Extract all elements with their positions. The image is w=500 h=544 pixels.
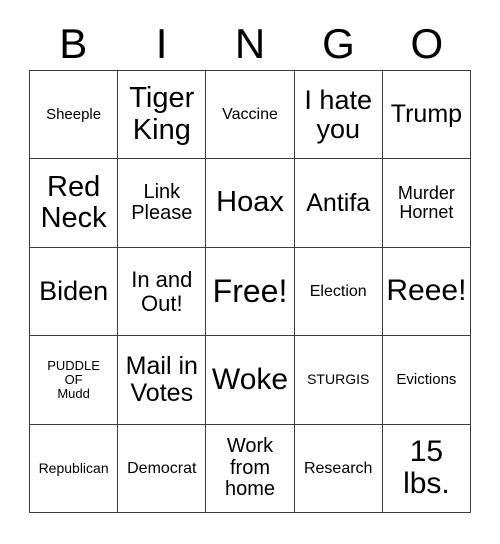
bingo-cell-label: Evictions (396, 370, 457, 388)
bingo-cell[interactable]: Democrat (118, 424, 207, 514)
bingo-cell[interactable]: Red Neck (30, 159, 119, 248)
bingo-cell[interactable]: Woke (206, 336, 295, 425)
bingo-cell-label: Republican (38, 459, 109, 476)
bingo-header-letter-n: N (234, 20, 266, 67)
bingo-cell-label: PUDDLE OF Mudd (47, 357, 100, 401)
bingo-header-letter-i: I (155, 20, 168, 67)
bingo-header-letter-b: B (59, 20, 88, 67)
bingo-cell[interactable]: STURGIS (294, 336, 383, 425)
bingo-cell-label: Biden (39, 275, 109, 306)
bingo-cell-label: Reee! (386, 274, 467, 308)
bingo-cell-label: Hoax (216, 186, 284, 219)
bingo-cell-label: Election (309, 282, 367, 300)
bingo-cell-label: Antifa (306, 188, 371, 217)
bingo-cell[interactable]: 15 lbs. (382, 424, 472, 514)
bingo-cell[interactable]: Election (294, 247, 383, 337)
bingo-cell-label: Tiger King (129, 82, 195, 146)
bingo-cell-label: Work from home (224, 434, 276, 501)
bingo-cell[interactable]: Tiger King (118, 71, 207, 160)
bingo-cell[interactable]: Research (294, 424, 383, 514)
bingo-cell-label: Woke (211, 362, 289, 396)
bingo-cell[interactable]: Trump (382, 71, 472, 160)
bingo-cell-label: Democrat (127, 459, 197, 477)
bingo-row: Biden In and Out! Free! Election Reee! (30, 247, 472, 337)
bingo-row: Red Neck Link Please Hoax Antifa Murder … (30, 159, 472, 248)
bingo-cell-label: Trump (390, 100, 463, 129)
bingo-cell-label: I hate you (304, 84, 372, 144)
bingo-cell[interactable]: Sheeple (30, 71, 119, 160)
bingo-grid: Sheeple Tiger King Vaccine I hate you Tr… (29, 70, 472, 514)
bingo-cell-label: In and Out! (131, 266, 193, 316)
bingo-cell[interactable]: Vaccine (206, 71, 295, 160)
bingo-cell[interactable]: Biden (30, 247, 119, 337)
bingo-cell[interactable]: PUDDLE OF Mudd (30, 336, 119, 425)
bingo-header-letter-o: O (410, 20, 444, 67)
bingo-cell[interactable]: In and Out! (118, 247, 207, 337)
bingo-cell-label: Free! (212, 273, 288, 310)
bingo-cell[interactable]: Evictions (382, 336, 472, 425)
bingo-cell-label: Research (303, 459, 373, 477)
bingo-cell-label: Murder Hornet (397, 182, 455, 223)
bingo-cell-label: Link Please (131, 180, 193, 225)
bingo-cell[interactable]: Hoax (206, 159, 295, 248)
bingo-cell[interactable]: Republican (30, 424, 119, 514)
bingo-cell[interactable]: Reee! (382, 247, 472, 337)
bingo-row: Sheeple Tiger King Vaccine I hate you Tr… (30, 71, 472, 160)
bingo-header-letter-g: G (322, 20, 355, 67)
bingo-header-row: B I N G O (29, 18, 471, 70)
bingo-cell-label: Sheeple (46, 105, 102, 123)
bingo-row: Republican Democrat Work from home Resea… (30, 424, 472, 514)
bingo-cell[interactable]: Antifa (294, 159, 383, 248)
bingo-card: B I N G O Sheeple Tiger King Vaccine I h… (0, 0, 500, 544)
bingo-cell-label: STURGIS (307, 371, 370, 388)
bingo-cell-label: 15 lbs. (403, 434, 450, 501)
bingo-cell-free[interactable]: Free! (206, 247, 295, 337)
bingo-cell-label: Mail in Votes (125, 351, 198, 407)
bingo-cell[interactable]: Mail in Votes (118, 336, 207, 425)
bingo-cell-label: Vaccine (222, 106, 278, 124)
bingo-cell[interactable]: Link Please (118, 159, 207, 248)
bingo-cell[interactable]: Murder Hornet (382, 159, 472, 248)
bingo-cell[interactable]: Work from home (206, 424, 295, 514)
bingo-cell[interactable]: I hate you (294, 71, 383, 160)
bingo-cell-label: Red Neck (40, 170, 107, 235)
bingo-row: PUDDLE OF Mudd Mail in Votes Woke STURGI… (30, 336, 472, 425)
